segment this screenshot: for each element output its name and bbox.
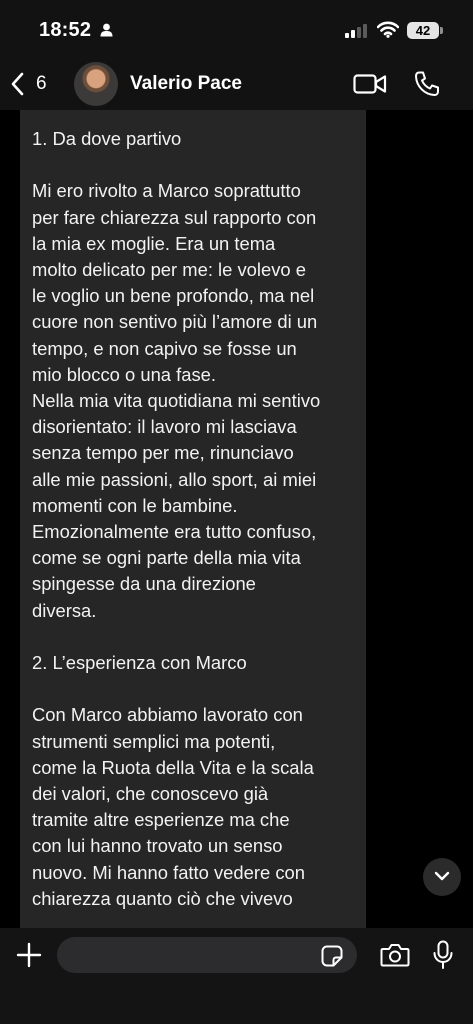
message-bubble[interactable]: 1. Da dove partivo Mi ero rivolto a Marc… xyxy=(20,110,366,928)
wifi-icon xyxy=(376,21,400,43)
sticker-icon[interactable] xyxy=(320,944,344,973)
message-input[interactable] xyxy=(57,937,357,973)
avatar[interactable] xyxy=(74,62,118,106)
scroll-down-button[interactable] xyxy=(423,858,461,896)
cellular-signal-icon xyxy=(345,24,369,43)
chat-area[interactable]: 1. Da dove partivo Mi ero rivolto a Marc… xyxy=(0,110,473,928)
chat-header: 6 Valerio Pace xyxy=(0,60,473,110)
video-camera-icon[interactable] xyxy=(353,72,387,101)
person-icon xyxy=(100,23,113,42)
plus-icon[interactable] xyxy=(16,942,42,973)
status-bar: 18:52 42 xyxy=(0,0,473,60)
contact-name[interactable]: Valerio Pace xyxy=(130,73,242,95)
battery-indicator: 42 xyxy=(407,22,439,39)
phone-icon[interactable] xyxy=(413,70,441,103)
chevron-down-icon xyxy=(434,868,450,886)
message-text: 1. Da dove partivo Mi ero rivolto a Marc… xyxy=(32,128,321,909)
camera-icon[interactable] xyxy=(380,942,410,973)
chevron-left-icon[interactable] xyxy=(10,72,26,101)
status-time: 18:52 xyxy=(39,19,92,41)
message-input-bar xyxy=(0,928,473,1024)
back-unread-count[interactable]: 6 xyxy=(36,73,47,95)
battery-tip xyxy=(440,27,443,34)
microphone-icon[interactable] xyxy=(432,940,454,975)
battery-level: 42 xyxy=(415,23,431,38)
